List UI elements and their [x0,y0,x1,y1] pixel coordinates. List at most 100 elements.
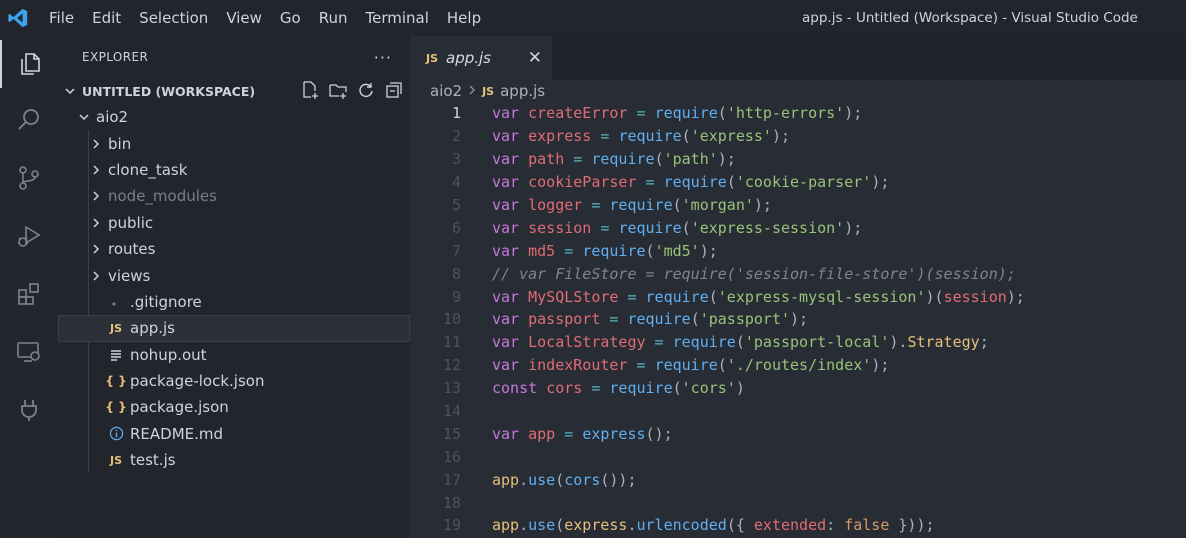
code-token: extended [753,516,827,535]
code-text: var md5 = require('md5'); [492,242,718,260]
tree-folder[interactable]: clone_task [58,157,410,183]
explorer-title: EXPLORER [82,50,149,64]
code-token: ); [771,127,791,146]
menu-edit[interactable]: Edit [83,0,130,36]
line-number: 4 [451,173,461,192]
chevron-right-icon [88,164,104,176]
menu-go[interactable]: Go [271,0,310,36]
menu-terminal[interactable]: Terminal [357,0,438,36]
code-token: logger [528,196,583,214]
code-token: require [582,241,646,260]
line-number: 19 [442,516,461,535]
tree-file[interactable]: README.md [58,421,410,447]
code-token: 'cors' [681,379,736,398]
json-file-icon: { } [105,374,127,389]
code-token: 'md5' [654,241,700,260]
code-editor[interactable]: 1 var createError = require('http-errors'… [410,102,1186,537]
remote-explorer-icon[interactable] [0,328,58,376]
close-icon[interactable]: ✕ [528,48,542,68]
menu-selection[interactable]: Selection [130,0,217,36]
code-token: ( [726,173,736,192]
extensions-icon[interactable] [0,270,58,318]
code-text: app.use(express.urlencoded({ extended: f… [492,516,935,534]
breadcrumb-file[interactable]: app.js [500,82,545,100]
code-token: = [591,127,619,146]
code-line: 16 [410,445,1186,468]
line-number: 15 [442,424,461,443]
activity-bar [0,36,58,538]
plug-icon[interactable] [0,386,58,434]
line-number: 3 [451,150,461,169]
tree-label: package-lock.json [130,372,265,391]
tree-file[interactable]: nohup.out [58,342,410,368]
workspace-section-header[interactable]: UNTITLED (WORKSPACE) [58,78,410,104]
menu-run[interactable]: Run [310,0,357,36]
explorer-sidebar: EXPLORER ··· UNTITLED (WORKSPACE) aio2 b… [58,36,410,538]
search-icon[interactable] [0,96,58,144]
code-token: require [618,127,682,146]
menu-bar: File Edit Selection View Go Run Terminal… [40,0,490,36]
tree-folder[interactable]: public [58,210,410,236]
code-line: 19 app.use(express.urlencoded({ extended:… [410,514,1186,537]
code-line: 11 var LocalStrategy = require('passport-… [410,331,1186,354]
new-file-icon[interactable] [300,80,320,103]
menu-file[interactable]: File [40,0,83,36]
code-token: 'express-mysql-session' [717,287,926,306]
tree-label: bin [108,134,132,153]
tree-file[interactable]: .gitignore [58,289,410,315]
code-token: ) [735,379,745,398]
tree-folder[interactable]: node_modules [58,183,410,209]
line-number: 5 [451,196,461,214]
code-token: 'express-session' [690,218,845,237]
code-token: 'cookie-parser' [735,173,872,192]
code-token: session [943,287,1007,306]
menu-help[interactable]: Help [438,0,490,36]
code-token: var [492,104,529,123]
code-token: app [492,470,520,489]
more-actions-button[interactable]: ··· [374,48,392,67]
breadcrumb-folder[interactable]: aio2 [430,82,462,100]
code-token: . [519,470,529,489]
workspace-title: UNTITLED (WORKSPACE) [82,83,256,99]
tree-file[interactable]: { } package.json [58,394,410,420]
code-token: = [645,333,673,352]
tree-folder[interactable]: views [58,262,410,288]
code-token: var [492,310,529,329]
code-token: ( [555,470,565,489]
tree-label: aio2 [96,108,129,127]
tree-file[interactable]: JS test.js [58,447,410,473]
code-token: session [528,218,592,237]
json-file-icon: { } [105,400,127,415]
code-token: ( [681,218,691,237]
refresh-icon[interactable] [356,80,376,103]
line-number: 10 [442,310,461,329]
chevron-down-icon [76,111,92,123]
tree-file[interactable]: { } package-lock.json [58,368,410,394]
explorer-icon[interactable] [0,40,58,88]
code-token: })); [889,516,935,535]
code-text: var app = express(); [492,425,673,443]
code-token: ); [844,218,863,237]
line-number: 2 [451,127,461,146]
code-line: 5 var logger = require('morgan'); [410,194,1186,217]
code-token: var [492,196,529,214]
run-debug-icon[interactable] [0,212,58,260]
source-control-icon[interactable] [0,154,58,202]
javascript-file-icon: JS [109,453,122,467]
code-token: ({ [726,516,754,535]
new-folder-icon[interactable] [328,80,348,103]
code-token: md5 [528,241,556,260]
menu-view[interactable]: View [217,0,271,36]
tree-file[interactable]: JS app.js [58,315,410,342]
code-line: 15 var app = express(); [410,422,1186,445]
tree-folder[interactable]: bin [58,130,410,156]
tab-app-js[interactable]: JS app.js ✕ [410,36,552,80]
tree-folder[interactable]: routes [58,236,410,262]
info-icon [108,426,124,441]
tree-folder-aio2[interactable]: aio2 [58,104,410,130]
code-token: app [492,516,520,535]
chevron-right-icon [88,190,104,202]
code-token: ( [672,196,682,214]
line-number: 7 [451,241,461,260]
collapse-all-icon[interactable] [384,80,404,103]
